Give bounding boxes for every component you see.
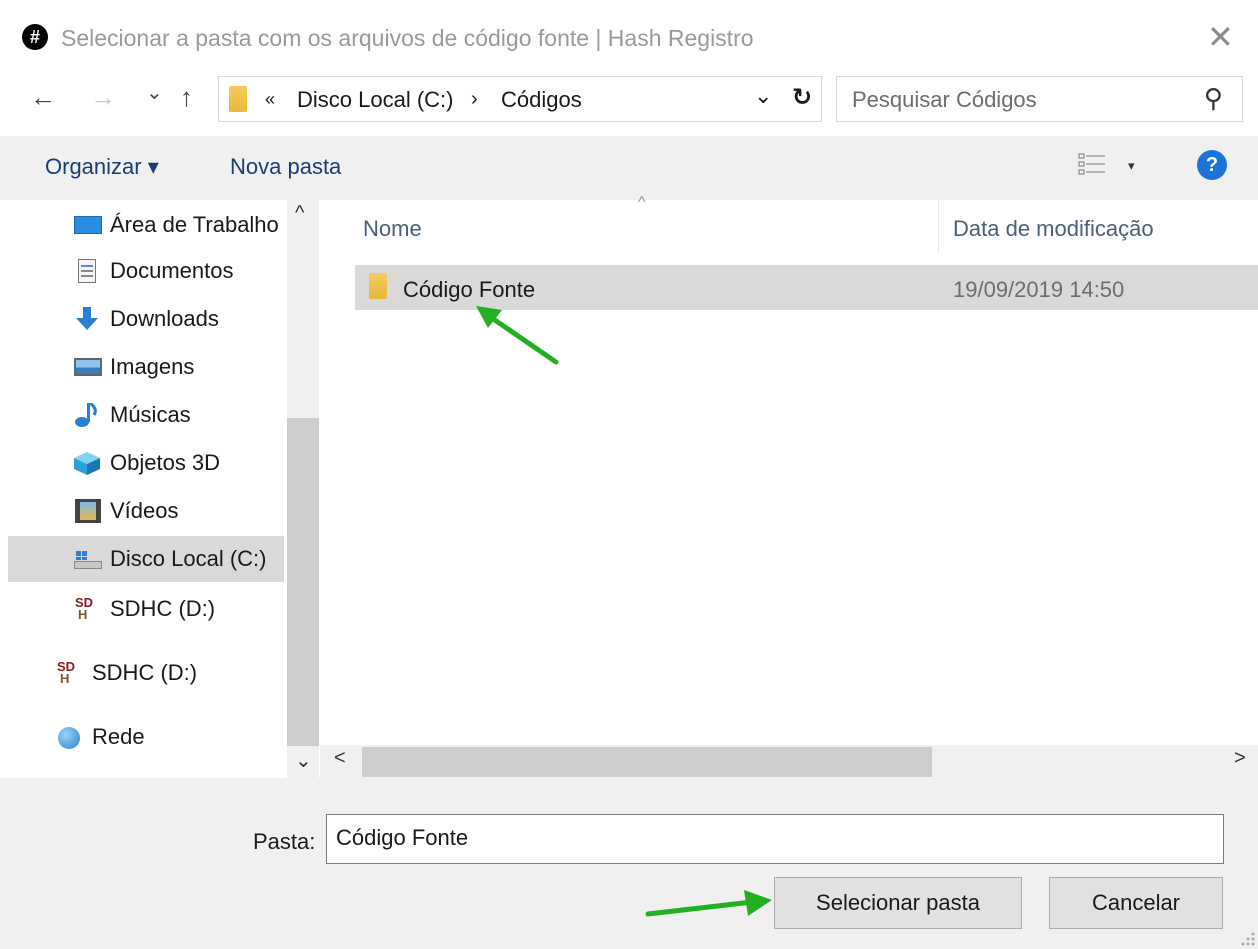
annotation-arrow-icon bbox=[645, 890, 772, 917]
sdhc-icon: SD H bbox=[57, 659, 76, 686]
sidebar-item-label: Disco Local (C:) bbox=[110, 546, 267, 571]
scroll-right-button[interactable]: > bbox=[1234, 747, 1246, 770]
select-folder-button[interactable]: Selecionar pasta bbox=[774, 877, 1022, 929]
sidebar-item-documents[interactable]: Documentos bbox=[72, 248, 234, 294]
sidebar-item-desktop[interactable]: Área de Trabalho bbox=[72, 202, 287, 248]
folder-icon bbox=[369, 273, 387, 299]
objects-3d-icon bbox=[72, 451, 102, 475]
up-button[interactable]: ↑ bbox=[180, 82, 193, 113]
videos-icon bbox=[72, 499, 102, 523]
column-divider[interactable] bbox=[938, 200, 939, 252]
recent-locations-button[interactable]: ⌄ bbox=[146, 80, 163, 105]
breadcrumb-separator: › bbox=[471, 88, 478, 110]
search-icon[interactable]: ⚲ bbox=[1204, 83, 1223, 114]
sidebar-item-downloads[interactable]: Downloads bbox=[72, 296, 219, 342]
sidebar-item-label: Vídeos bbox=[110, 498, 179, 523]
back-button[interactable]: ← bbox=[30, 82, 56, 113]
annotation-arrow-icon bbox=[476, 306, 559, 365]
address-dropdown-icon[interactable]: ⌄ bbox=[754, 83, 772, 109]
sidebar-item-label: Área de Trabalho bbox=[110, 212, 279, 237]
horizontal-scrollbar[interactable]: < > bbox=[320, 745, 1258, 778]
breadcrumb-overflow[interactable]: « bbox=[265, 89, 275, 110]
sidebar-item-network[interactable]: Rede bbox=[54, 714, 145, 760]
scroll-left-button[interactable]: < bbox=[334, 747, 346, 770]
search-box[interactable]: Pesquisar Códigos ⚲ bbox=[836, 76, 1243, 122]
desktop-icon bbox=[72, 213, 102, 237]
help-button[interactable]: ? bbox=[1197, 150, 1227, 180]
scroll-down-button[interactable]: ⌄ bbox=[295, 748, 312, 773]
sidebar-item-label: Rede bbox=[92, 724, 145, 749]
breadcrumb-disco-local[interactable]: Disco Local (C:) bbox=[297, 87, 453, 113]
refresh-icon[interactable]: ↻ bbox=[792, 83, 812, 112]
command-bar: Organizar ▾ Nova pasta ▾ ? bbox=[0, 136, 1258, 200]
folder-name-input[interactable]: Código Fonte bbox=[326, 814, 1224, 864]
music-icon bbox=[72, 401, 102, 427]
sidebar-scroll-thumb[interactable] bbox=[287, 418, 319, 746]
local-disk-icon bbox=[72, 547, 102, 571]
new-folder-button[interactable]: Nova pasta bbox=[230, 154, 341, 180]
sidebar-item-label: Músicas bbox=[110, 402, 191, 427]
documents-icon bbox=[72, 259, 102, 283]
organize-menu[interactable]: Organizar ▾ bbox=[45, 154, 159, 180]
folder-label: Pasta: bbox=[253, 829, 316, 854]
sort-ascending-icon: ^ bbox=[638, 194, 646, 211]
sidebar-scrollbar[interactable]: ^ ⌄ bbox=[287, 200, 319, 778]
view-options-icon[interactable] bbox=[1078, 152, 1106, 176]
window-title: Selecionar a pasta com os arquivos de có… bbox=[61, 25, 754, 51]
horizontal-scroll-thumb[interactable] bbox=[362, 747, 932, 777]
sidebar-item-videos[interactable]: Vídeos bbox=[72, 488, 179, 534]
forward-button[interactable]: → bbox=[90, 82, 116, 113]
sidebar-item-sdhc[interactable]: SD H SDHC (D:) bbox=[54, 650, 197, 696]
resize-grip-icon[interactable] bbox=[1238, 929, 1256, 947]
pictures-icon bbox=[72, 355, 102, 379]
sidebar-item-label: Imagens bbox=[110, 354, 195, 379]
cancel-button[interactable]: Cancelar bbox=[1049, 877, 1223, 929]
folder-icon bbox=[229, 86, 247, 112]
network-icon bbox=[54, 725, 84, 749]
sidebar-item-music[interactable]: Músicas bbox=[72, 392, 191, 438]
sidebar-item-pictures[interactable]: Imagens bbox=[72, 344, 194, 390]
sidebar-item-label: Downloads bbox=[110, 306, 219, 331]
view-dropdown-icon[interactable]: ▾ bbox=[1128, 158, 1135, 174]
sidebar-item-sdhc[interactable]: SD H SDHC (D:) bbox=[72, 586, 215, 632]
breadcrumb-codigos[interactable]: Códigos bbox=[501, 87, 582, 113]
sdhc-icon: SD H bbox=[75, 595, 94, 622]
sidebar-item-label: SDHC (D:) bbox=[92, 660, 198, 685]
close-button[interactable]: ✕ bbox=[1207, 18, 1234, 56]
navigation-pane: Área de Trabalho Documentos Downloads Im… bbox=[0, 200, 320, 778]
file-modified: 19/09/2019 14:50 bbox=[953, 277, 1125, 302]
address-bar[interactable]: « Disco Local (C:) › Códigos ⌄ ↻ bbox=[218, 76, 822, 122]
sidebar-item-local-disk[interactable]: Disco Local (C:) bbox=[8, 536, 284, 582]
column-header-name[interactable]: Nome bbox=[363, 216, 422, 242]
scroll-up-button[interactable]: ^ bbox=[295, 202, 304, 225]
sidebar-item-label: SDHC (D:) bbox=[110, 596, 216, 621]
hash-icon: # bbox=[22, 24, 48, 50]
sidebar-item-label: Documentos bbox=[110, 258, 234, 283]
column-header-modified[interactable]: Data de modificação bbox=[953, 216, 1154, 242]
download-icon bbox=[72, 307, 102, 331]
sidebar-item-3d-objects[interactable]: Objetos 3D bbox=[72, 440, 220, 486]
sidebar-item-label: Objetos 3D bbox=[110, 450, 221, 475]
search-input[interactable]: Pesquisar Códigos bbox=[852, 87, 1037, 113]
title-bar: # Selecionar a pasta com os arquivos de … bbox=[0, 0, 1258, 76]
